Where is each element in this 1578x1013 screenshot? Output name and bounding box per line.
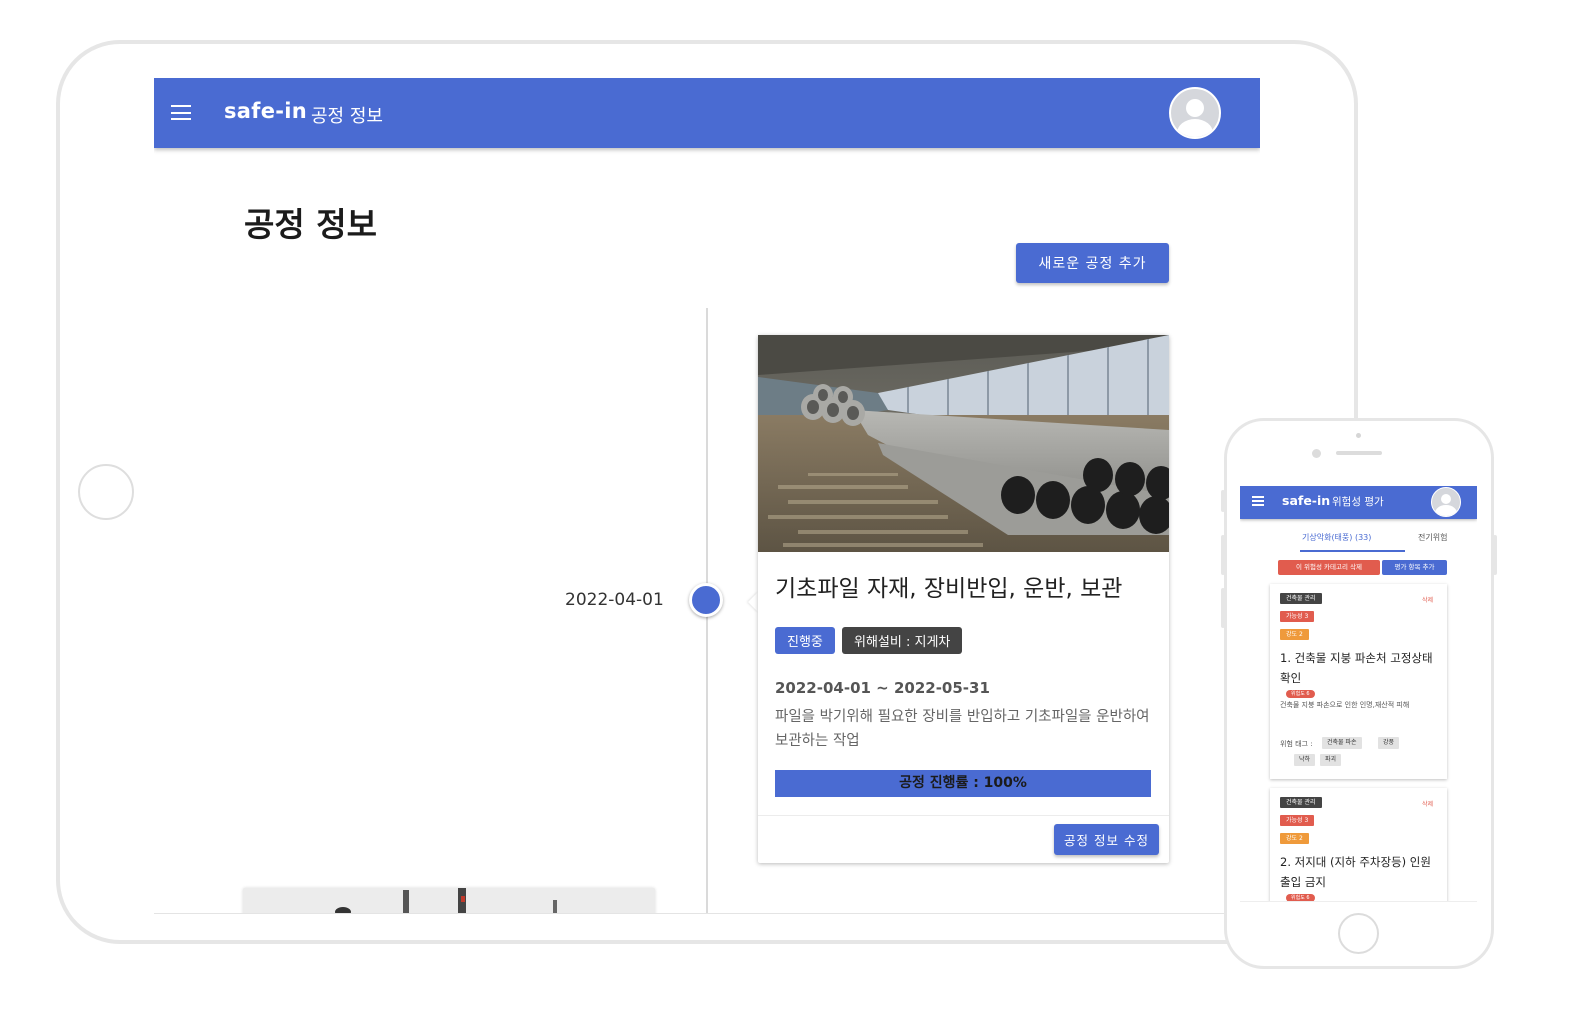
next-process-photo	[243, 888, 655, 914]
risk-tag[interactable]: 건축물 파손	[1322, 737, 1362, 749]
add-item-button[interactable]: 평가 항목 추가	[1382, 560, 1447, 575]
category-chip: 건축물 관리	[1280, 593, 1322, 604]
process-description: 파일을 박기위해 필요한 장비를 반입하고 기초파일을 운반하여 보관하는 작업	[775, 709, 1150, 749]
person-icon	[1185, 98, 1205, 117]
timeline-date: 2022-04-01	[565, 590, 664, 610]
delete-category-button[interactable]: 이 위험성 카테고리 삭제	[1278, 560, 1380, 575]
tab-weather-typhoon[interactable]: 기상악화(태풍) (33)	[1302, 532, 1371, 543]
risk-tag[interactable]: 파괴	[1320, 754, 1342, 766]
likelihood-chip: 가능성 3	[1280, 611, 1315, 622]
risk-tag[interactable]: 강풍	[1378, 737, 1400, 749]
phone-user-avatar[interactable]	[1431, 487, 1461, 517]
phone-volume-up	[1221, 535, 1225, 575]
status-chip: 진행중	[775, 627, 835, 654]
tablet-screen: safe-in 공정 정보 공정 정보 새로운 공정 추가 2022-04-01	[154, 78, 1260, 914]
risk-tag[interactable]: 낙하	[1294, 754, 1316, 766]
risk-item-card: 건축물 관리 삭제 가능성 3 강도 2 1. 건축물 지붕 파손처 고정상태 …	[1270, 584, 1447, 779]
risk-item-title: 2. 저지대 (지하 주차장등) 인원 출입 금지	[1280, 855, 1431, 889]
tab-electric[interactable]: 전기위험	[1418, 532, 1458, 543]
risk-description: 건축물 지붕 파손으로 인한 인명,재산적 피해	[1280, 701, 1410, 709]
next-process-image	[243, 888, 655, 914]
phone-side-button	[1221, 490, 1225, 512]
phone-camera	[1312, 449, 1321, 458]
person-icon	[1440, 493, 1452, 505]
process-image	[758, 335, 1169, 552]
likelihood-chip: 가능성 3	[1280, 815, 1315, 826]
severity-chip: 강도 2	[1280, 833, 1309, 844]
equipment-chip: 위해설비 : 지게차	[842, 627, 963, 654]
phone-sensor	[1356, 433, 1361, 438]
risk-item-title: 1. 건축물 지붕 파손처 고정상태 확인	[1280, 651, 1433, 685]
severity-chip: 강도 2	[1280, 629, 1309, 640]
risk-category-tabs: 기상악화(태풍) (33) 전기위험	[1260, 530, 1460, 552]
app-bar: safe-in 공정 정보	[154, 78, 1260, 148]
tab-indicator	[1300, 550, 1405, 552]
progress-bar: 공정 진행률 : 100%	[775, 770, 1151, 797]
card-pointer	[748, 592, 758, 612]
edit-process-button[interactable]: 공정 정보 수정	[1054, 824, 1159, 855]
risk-level-badge: 위험도 6	[1286, 894, 1315, 901]
process-title: 기초파일 자재, 장비반입, 운반, 보관	[775, 576, 1123, 602]
add-process-button[interactable]: 새로운 공정 추가	[1016, 243, 1169, 283]
page-title: 공정 정보	[244, 205, 377, 244]
risk-level-badge: 위험도 6	[1286, 690, 1315, 698]
category-chip: 건축물 관리	[1280, 797, 1322, 808]
user-avatar[interactable]	[1169, 87, 1221, 139]
phone-speaker	[1336, 451, 1382, 455]
timeline-dot	[689, 583, 723, 617]
risk-item-card: 건축물 관리 삭제 가능성 3 강도 2 2. 저지대 (지하 주차장등) 인원…	[1270, 788, 1447, 901]
phone-brand-logo[interactable]: safe-in	[1282, 493, 1330, 508]
tablet-home-button[interactable]	[78, 464, 134, 520]
phone-power-button	[1493, 535, 1497, 575]
risk-tags-label: 위험 태그 :	[1280, 740, 1313, 748]
app-bar-title: 공정 정보	[311, 106, 383, 127]
tablet-screen-edge	[154, 913, 1260, 914]
delete-item-link[interactable]: 삭제	[1422, 799, 1433, 808]
progress-label: 공정 진행률 : 100%	[899, 775, 1027, 791]
brand-logo[interactable]: safe-in	[224, 99, 307, 123]
process-period: 2022-04-01 ~ 2022-05-31	[775, 679, 990, 697]
process-card: 기초파일 자재, 장비반입, 운반, 보관 진행중 위해설비 : 지게차 202…	[758, 335, 1169, 863]
phone-app-bar-title: 위험성 평가	[1332, 496, 1384, 508]
phone-volume-down	[1221, 588, 1225, 628]
delete-item-link[interactable]: 삭제	[1422, 595, 1433, 604]
card-divider	[758, 815, 1169, 816]
menu-icon[interactable]	[171, 105, 191, 120]
phone-home-button[interactable]	[1338, 913, 1379, 954]
phone-app-bar: safe-in 위험성 평가	[1240, 486, 1477, 519]
phone-screen: safe-in 위험성 평가 기상악화(태풍) (33) 전기위험 이 위험성 …	[1240, 486, 1477, 902]
pile-storage-photo	[758, 335, 1169, 552]
phone-menu-icon[interactable]	[1252, 496, 1264, 506]
